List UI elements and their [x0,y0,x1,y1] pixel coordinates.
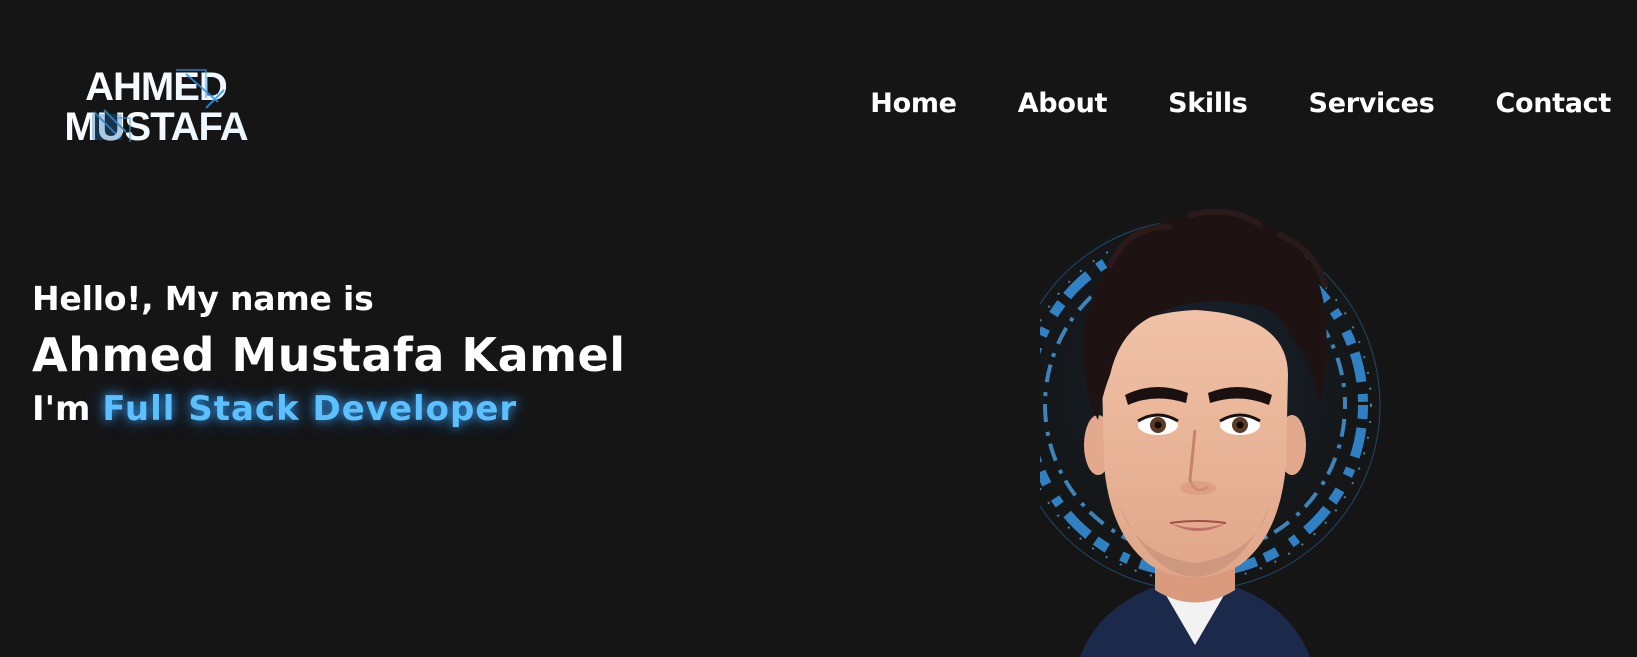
logo-line-2: MUSTAFA [64,105,247,149]
hero-intro: Hello!, My name is Ahmed Mustafa Kamel I… [32,277,626,433]
avatar [1040,205,1460,657]
hero-role: I'm Full Stack Developer [32,385,626,433]
nav-services[interactable]: Services [1309,88,1435,119]
nav-home[interactable]: Home [870,88,957,119]
brand-logo[interactable]: AHMED MUSTAFA [56,62,256,154]
developer-avatar-icon [1040,208,1385,657]
nav-skills[interactable]: Skills [1168,88,1248,119]
hero-greeting: Hello!, My name is [32,279,374,318]
page: AHMED MUSTAFA Home About Skills Services… [0,0,1637,657]
hero-role-title: Full Stack Developer [102,389,518,429]
nav-contact[interactable]: Contact [1495,88,1611,119]
hero-role-prefix: I'm [32,389,91,429]
nav-about[interactable]: About [1018,88,1108,119]
logo-icon: AHMED MUSTAFA [64,65,248,149]
main-nav: Home About Skills Services Contact [870,88,1611,119]
hero-name: Ahmed Mustafa Kamel [32,328,626,382]
